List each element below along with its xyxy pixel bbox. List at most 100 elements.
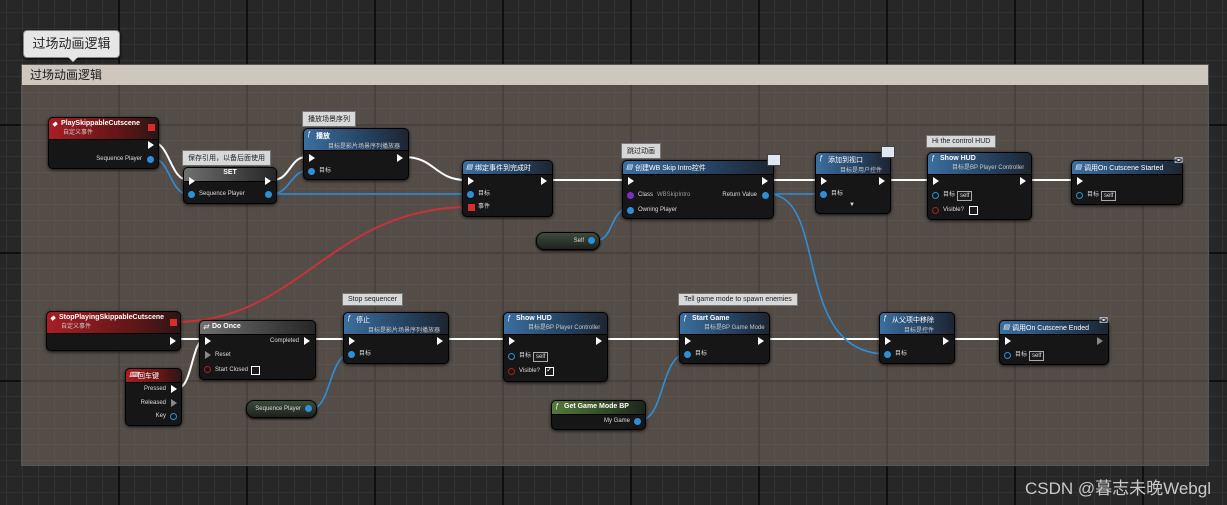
exec-out-pin[interactable]: [879, 177, 885, 185]
owning-player-pin[interactable]: [627, 207, 634, 214]
delegate-pin[interactable]: [170, 319, 177, 326]
sequence-player-variable-node[interactable]: Sequence Player: [246, 400, 317, 418]
target-pin[interactable]: [684, 351, 691, 358]
exec-in-pin[interactable]: [468, 177, 474, 185]
expand-arrow-icon[interactable]: ▼: [849, 201, 855, 210]
play-node[interactable]: ƒ 播放 目标是影片场景序列播放器 目标: [303, 128, 409, 180]
exec-in-pin[interactable]: [189, 177, 195, 185]
object-in-pin[interactable]: [188, 191, 195, 198]
pin-label: 目标: [519, 353, 532, 359]
exec-in-pin[interactable]: [309, 154, 315, 162]
target-pin[interactable]: [820, 191, 827, 198]
visible-pin[interactable]: [508, 368, 515, 375]
show-hud-node[interactable]: ƒ Show HUD 目标是BP Player Controller 目标 se…: [927, 152, 1032, 220]
self-variable-node[interactable]: Self: [536, 232, 600, 250]
exec-in-pin[interactable]: [205, 337, 211, 345]
target-pin[interactable]: [884, 351, 891, 358]
target-pin[interactable]: [348, 351, 355, 358]
exec-out-pin[interactable]: [170, 337, 176, 345]
visible-pin[interactable]: [932, 207, 939, 214]
class-dropdown[interactable]: WBSkipIntro: [657, 191, 690, 200]
exec-out-pin[interactable]: [758, 337, 764, 345]
exec-in-pin[interactable]: [628, 177, 634, 185]
exec-out-pin[interactable]: [1020, 177, 1026, 185]
object-out-pin[interactable]: [588, 237, 595, 244]
exec-out-pin[interactable]: [1097, 337, 1103, 345]
object-out-pin[interactable]: [265, 191, 272, 198]
monitor-icon: [767, 154, 781, 166]
self-value[interactable]: self: [533, 352, 549, 362]
exec-out-pin[interactable]: [397, 154, 403, 162]
reset-pin[interactable]: [205, 351, 211, 359]
completed-pin[interactable]: [304, 337, 310, 345]
exec-in-pin[interactable]: [685, 337, 691, 345]
exec-out-pin[interactable]: [762, 177, 768, 185]
set-node[interactable]: SET Sequence Player: [183, 167, 277, 204]
start-game-node[interactable]: ƒ Start Game 目标是BP Game Mode 目标: [679, 312, 770, 364]
delegate-pin[interactable]: [148, 124, 155, 131]
stop-comment[interactable]: Stop sequencer: [342, 293, 404, 306]
object-wire: [767, 193, 888, 355]
bind-event-node[interactable]: ▤ 绑定事件到完成时 目标 事件: [462, 160, 553, 217]
object-out-pin[interactable]: [634, 418, 641, 425]
start-game-comment[interactable]: Tell game mode to spawn enemies: [678, 293, 798, 306]
do-once-node[interactable]: ⇄ Do Once Completed Reset Start Closed: [199, 320, 316, 380]
class-pin[interactable]: [627, 192, 634, 199]
function-icon: ƒ: [819, 155, 823, 162]
node-subtitle: 自定义事件: [63, 130, 94, 136]
pin-label: 目标: [695, 351, 708, 357]
show-hud-node-2[interactable]: ƒ Show HUD 目标是BP Player Controller 目标 se…: [503, 312, 608, 382]
return-pin[interactable]: [762, 192, 769, 199]
exec-in-pin[interactable]: [885, 337, 891, 345]
self-value[interactable]: self: [957, 191, 973, 201]
target-pin[interactable]: [1076, 192, 1083, 199]
self-value[interactable]: self: [1029, 351, 1045, 361]
create-widget-node[interactable]: ▤ 创建WB Skip Intro控件 Class WBSkipIntro Re…: [622, 160, 774, 219]
get-game-mode-node[interactable]: ƒ Get Game Mode BP My Game: [551, 400, 646, 430]
pressed-pin[interactable]: [171, 385, 177, 393]
event-icon: ◆: [52, 121, 58, 128]
released-pin[interactable]: [171, 399, 177, 407]
set-comment[interactable]: 保存引用，以备后面使用: [182, 150, 271, 166]
visible-checkbox[interactable]: [969, 206, 978, 215]
stop-cutscene-event-node[interactable]: ◆ StopPlayingSkippableCutscene 自定义事件: [46, 311, 181, 351]
start-closed-checkbox[interactable]: [251, 366, 260, 375]
start-closed-pin[interactable]: [204, 366, 211, 373]
exec-out-pin[interactable]: [437, 337, 443, 345]
exec-out-pin[interactable]: [148, 141, 154, 149]
remove-from-parent-node[interactable]: ƒ 从父项中移除 目标是控件 目标: [879, 312, 955, 364]
exec-in-pin[interactable]: [821, 177, 827, 185]
key-pin[interactable]: [170, 413, 177, 420]
enter-key-node[interactable]: ⌨ 回车键 Pressed Released Key: [125, 368, 182, 426]
play-comment[interactable]: 播放场景序列: [302, 111, 356, 127]
target-pin[interactable]: [308, 168, 315, 175]
object-out-pin[interactable]: [147, 156, 154, 163]
exec-in-pin[interactable]: [933, 177, 939, 185]
target-pin[interactable]: [1004, 352, 1011, 359]
node-title: 创建WB Skip Intro控件: [635, 165, 706, 172]
target-pin[interactable]: [467, 191, 474, 198]
exec-out-pin[interactable]: [265, 177, 271, 185]
exec-out-pin[interactable]: [943, 337, 949, 345]
stop-node[interactable]: ƒ 停止 目标是影片场景序列播放器 目标: [343, 312, 449, 364]
call-started-node[interactable]: ▤ 调用On Cutscene Started 目标 self: [1071, 160, 1183, 205]
self-value[interactable]: self: [1101, 191, 1117, 201]
pin-label: My Game: [603, 418, 630, 424]
create-widget-comment[interactable]: 跳过动画: [621, 143, 661, 159]
show-hud-comment[interactable]: Hi the control HUD: [926, 135, 997, 148]
event-pin[interactable]: [468, 204, 475, 211]
object-out-pin[interactable]: [305, 405, 312, 412]
exec-out-pin[interactable]: [541, 177, 547, 185]
visible-checkbox[interactable]: [545, 365, 554, 376]
flow-icon: ⇄: [203, 324, 209, 331]
exec-in-pin[interactable]: [1005, 337, 1011, 345]
call-ended-node[interactable]: ▤ 调用On Cutscene Ended 目标 self: [999, 320, 1109, 365]
add-viewport-node[interactable]: ƒ 添加到视口 目标是用户控件 目标 ▼: [815, 152, 891, 214]
exec-out-pin[interactable]: [596, 337, 602, 345]
exec-in-pin[interactable]: [1077, 177, 1083, 185]
exec-in-pin[interactable]: [349, 337, 355, 345]
exec-in-pin[interactable]: [509, 337, 515, 345]
target-pin[interactable]: [932, 192, 939, 199]
play-cutscene-event-node[interactable]: ◆ PlaySkippableCutscene 自定义事件 Sequence P…: [48, 117, 159, 169]
target-pin[interactable]: [508, 353, 515, 360]
